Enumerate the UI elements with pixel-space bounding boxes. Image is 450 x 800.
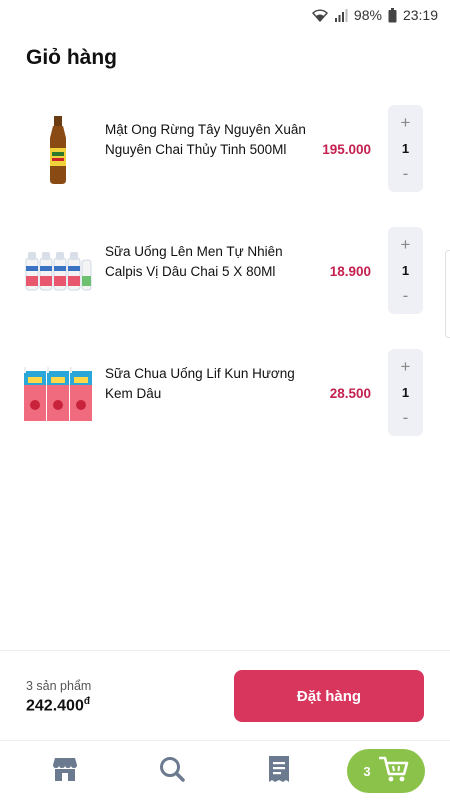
item-name: Sữa Chua Uống Lif Kun Hương Kem Dâu (105, 366, 295, 401)
decrease-button[interactable]: - (388, 406, 423, 430)
honey-bottle-image (22, 114, 94, 186)
cart-count-badge: 3 (363, 763, 371, 779)
increase-button[interactable]: + (388, 233, 423, 257)
scroll-handle[interactable] (445, 250, 450, 338)
cart-item[interactable]: Sữa Uống Lên Men Tự Nhiên Calpis Vị Dâu … (0, 222, 450, 344)
cart-icon (378, 755, 409, 788)
search-icon (158, 755, 186, 788)
decrease-button[interactable]: - (388, 284, 423, 308)
item-price: 28.500 (329, 386, 371, 401)
item-name: Sữa Uống Lên Men Tự Nhiên Calpis Vị Dâu … (105, 244, 283, 279)
cart-total: 242.400đ (26, 696, 90, 715)
quantity-stepper: + 1 - (388, 227, 423, 314)
cart-item[interactable]: Mật Ong Rừng Tây Nguyên Xuân Nguyên Chai… (0, 100, 450, 222)
cart-item[interactable]: Sữa Chua Uống Lif Kun Hương Kem Dâu 28.5… (0, 344, 450, 466)
store-icon (51, 756, 79, 787)
product-count: 3 sản phẩm (26, 679, 92, 693)
quantity-value: 1 (401, 385, 410, 400)
status-bar: 98% 23:19 (0, 0, 450, 30)
quantity-value: 1 (401, 263, 410, 278)
currency-symbol: đ (83, 696, 90, 707)
place-order-button[interactable]: Đặt hàng (234, 670, 424, 722)
nav-orders[interactable] (254, 741, 304, 800)
nav-store[interactable] (40, 741, 90, 800)
nav-search[interactable] (147, 741, 197, 800)
quantity-stepper: + 1 - (388, 105, 423, 192)
battery-icon (388, 7, 397, 23)
lif-kun-boxes-image (22, 358, 94, 430)
calpis-bottles-image (22, 236, 94, 308)
wifi-icon (311, 8, 328, 22)
page-title: Giỏ hàng (26, 46, 117, 69)
receipt-icon (267, 755, 291, 788)
clock: 23:19 (402, 7, 438, 23)
bottom-nav: 3 (0, 740, 450, 800)
battery-percent: 98% (353, 7, 382, 23)
nav-cart[interactable]: 3 (347, 749, 425, 793)
quantity-stepper: + 1 - (388, 349, 423, 436)
quantity-value: 1 (401, 141, 410, 156)
item-price: 195.000 (322, 142, 371, 157)
cart-total-value: 242.400 (26, 697, 84, 715)
increase-button[interactable]: + (388, 111, 423, 135)
increase-button[interactable]: + (388, 355, 423, 379)
decrease-button[interactable]: - (388, 162, 423, 186)
signal-icon (334, 8, 348, 22)
cart-list: Mật Ong Rừng Tây Nguyên Xuân Nguyên Chai… (0, 100, 450, 466)
checkout-footer: 3 sản phẩm 242.400đ Đặt hàng (0, 650, 450, 740)
item-price: 18.900 (329, 264, 371, 279)
item-name: Mật Ong Rừng Tây Nguyên Xuân Nguyên Chai… (105, 122, 306, 157)
